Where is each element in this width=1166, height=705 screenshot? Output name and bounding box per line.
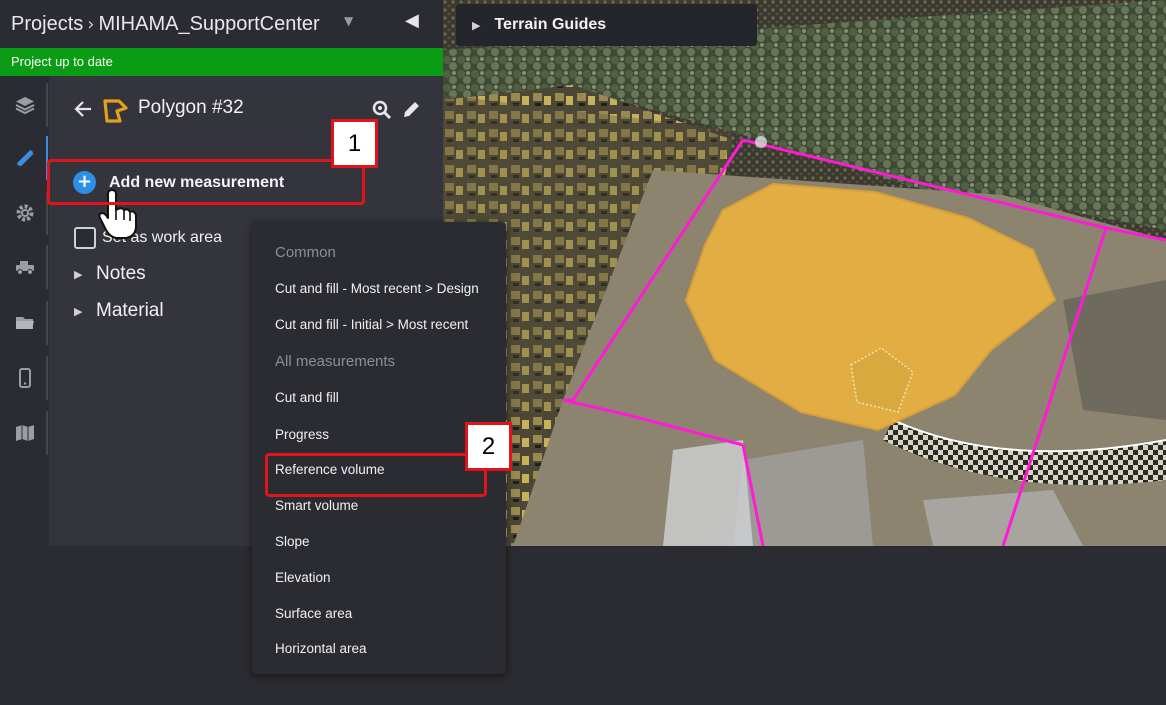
rail-settings[interactable] bbox=[0, 189, 49, 237]
menu-item-cut-fill-initial-recent[interactable]: Cut and fill - Initial > Most recent bbox=[275, 317, 468, 332]
menu-item-elevation[interactable]: Elevation bbox=[275, 570, 331, 585]
measure-tools-icon bbox=[16, 149, 33, 167]
menu-item-surface-area[interactable]: Surface area bbox=[275, 606, 352, 621]
tree-item-label: Notes bbox=[96, 263, 146, 284]
tree-item-notes[interactable]: ▶ Notes bbox=[74, 263, 146, 285]
tree-item-label: Material bbox=[96, 300, 164, 321]
expand-triangle-icon: ▶ bbox=[74, 267, 83, 281]
rail-divider bbox=[46, 83, 48, 127]
vehicles-icon bbox=[15, 261, 34, 275]
menu-item-slope[interactable]: Slope bbox=[275, 534, 310, 549]
mobile-device-icon bbox=[18, 368, 31, 388]
project-header: Projects › MIHAMA_SupportCenter ▼ ◀ bbox=[0, 0, 443, 48]
tree-item-material[interactable]: ▶ Material bbox=[74, 300, 164, 322]
rail-divider bbox=[46, 411, 48, 455]
highlight-add-measurement bbox=[47, 159, 365, 205]
breadcrumb-separator: › bbox=[87, 13, 95, 35]
checkbox-box[interactable] bbox=[74, 227, 96, 249]
terrain-guides-label: Terrain Guides bbox=[494, 16, 607, 33]
folder-icon bbox=[15, 317, 34, 329]
rail-map[interactable] bbox=[0, 409, 49, 457]
menu-group-common: Common bbox=[275, 244, 336, 261]
menu-item-cut-fill-recent-design[interactable]: Cut and fill - Most recent > Design bbox=[275, 281, 479, 296]
breadcrumb-project-name[interactable]: MIHAMA_SupportCenter bbox=[98, 13, 319, 36]
terrain-guides-toggle[interactable]: ▶ Terrain Guides bbox=[456, 4, 757, 46]
point-cloud-view bbox=[443, 0, 1166, 546]
breadcrumb-projects[interactable]: Projects bbox=[11, 13, 83, 36]
rail-measure-tools[interactable] bbox=[0, 134, 49, 182]
callout-badge-2: 2 bbox=[465, 422, 512, 471]
menu-item-horizontal-area[interactable]: Horizontal area bbox=[275, 641, 367, 656]
expand-triangle-icon: ▶ bbox=[74, 304, 83, 318]
rail-divider bbox=[46, 301, 48, 345]
menu-item-progress[interactable]: Progress bbox=[275, 427, 329, 442]
menu-item-smart-volume[interactable]: Smart volume bbox=[275, 498, 358, 513]
rail-vehicles[interactable] bbox=[0, 243, 49, 291]
rail-layers[interactable] bbox=[0, 81, 49, 129]
polygon-title: Polygon #32 bbox=[138, 97, 244, 118]
back-arrow-icon[interactable] bbox=[72, 98, 94, 120]
collapse-panel-icon[interactable]: ◀ bbox=[405, 10, 419, 31]
layers-icon bbox=[15, 97, 34, 115]
map-viewport[interactable] bbox=[443, 0, 1166, 546]
settings-gear-icon bbox=[16, 204, 33, 222]
map-icon bbox=[15, 425, 34, 441]
zoom-to-icon[interactable] bbox=[371, 99, 393, 121]
highlight-reference-volume bbox=[265, 453, 487, 497]
rail-files[interactable] bbox=[0, 299, 49, 347]
rail-mobile[interactable] bbox=[0, 354, 49, 402]
rail-divider bbox=[46, 245, 48, 289]
edit-pencil-icon[interactable] bbox=[400, 99, 422, 121]
sidebar-rail bbox=[0, 76, 49, 546]
callout-badge-1: 1 bbox=[331, 119, 378, 168]
project-dropdown-icon[interactable]: ▼ bbox=[344, 14, 353, 28]
menu-group-all: All measurements bbox=[275, 353, 396, 370]
project-status-bar: Project up to date bbox=[0, 48, 443, 76]
menu-item-cut-and-fill[interactable]: Cut and fill bbox=[275, 390, 339, 405]
expand-triangle-icon: ▶ bbox=[472, 18, 481, 32]
rail-divider bbox=[46, 356, 48, 400]
polygon-icon bbox=[103, 99, 128, 123]
